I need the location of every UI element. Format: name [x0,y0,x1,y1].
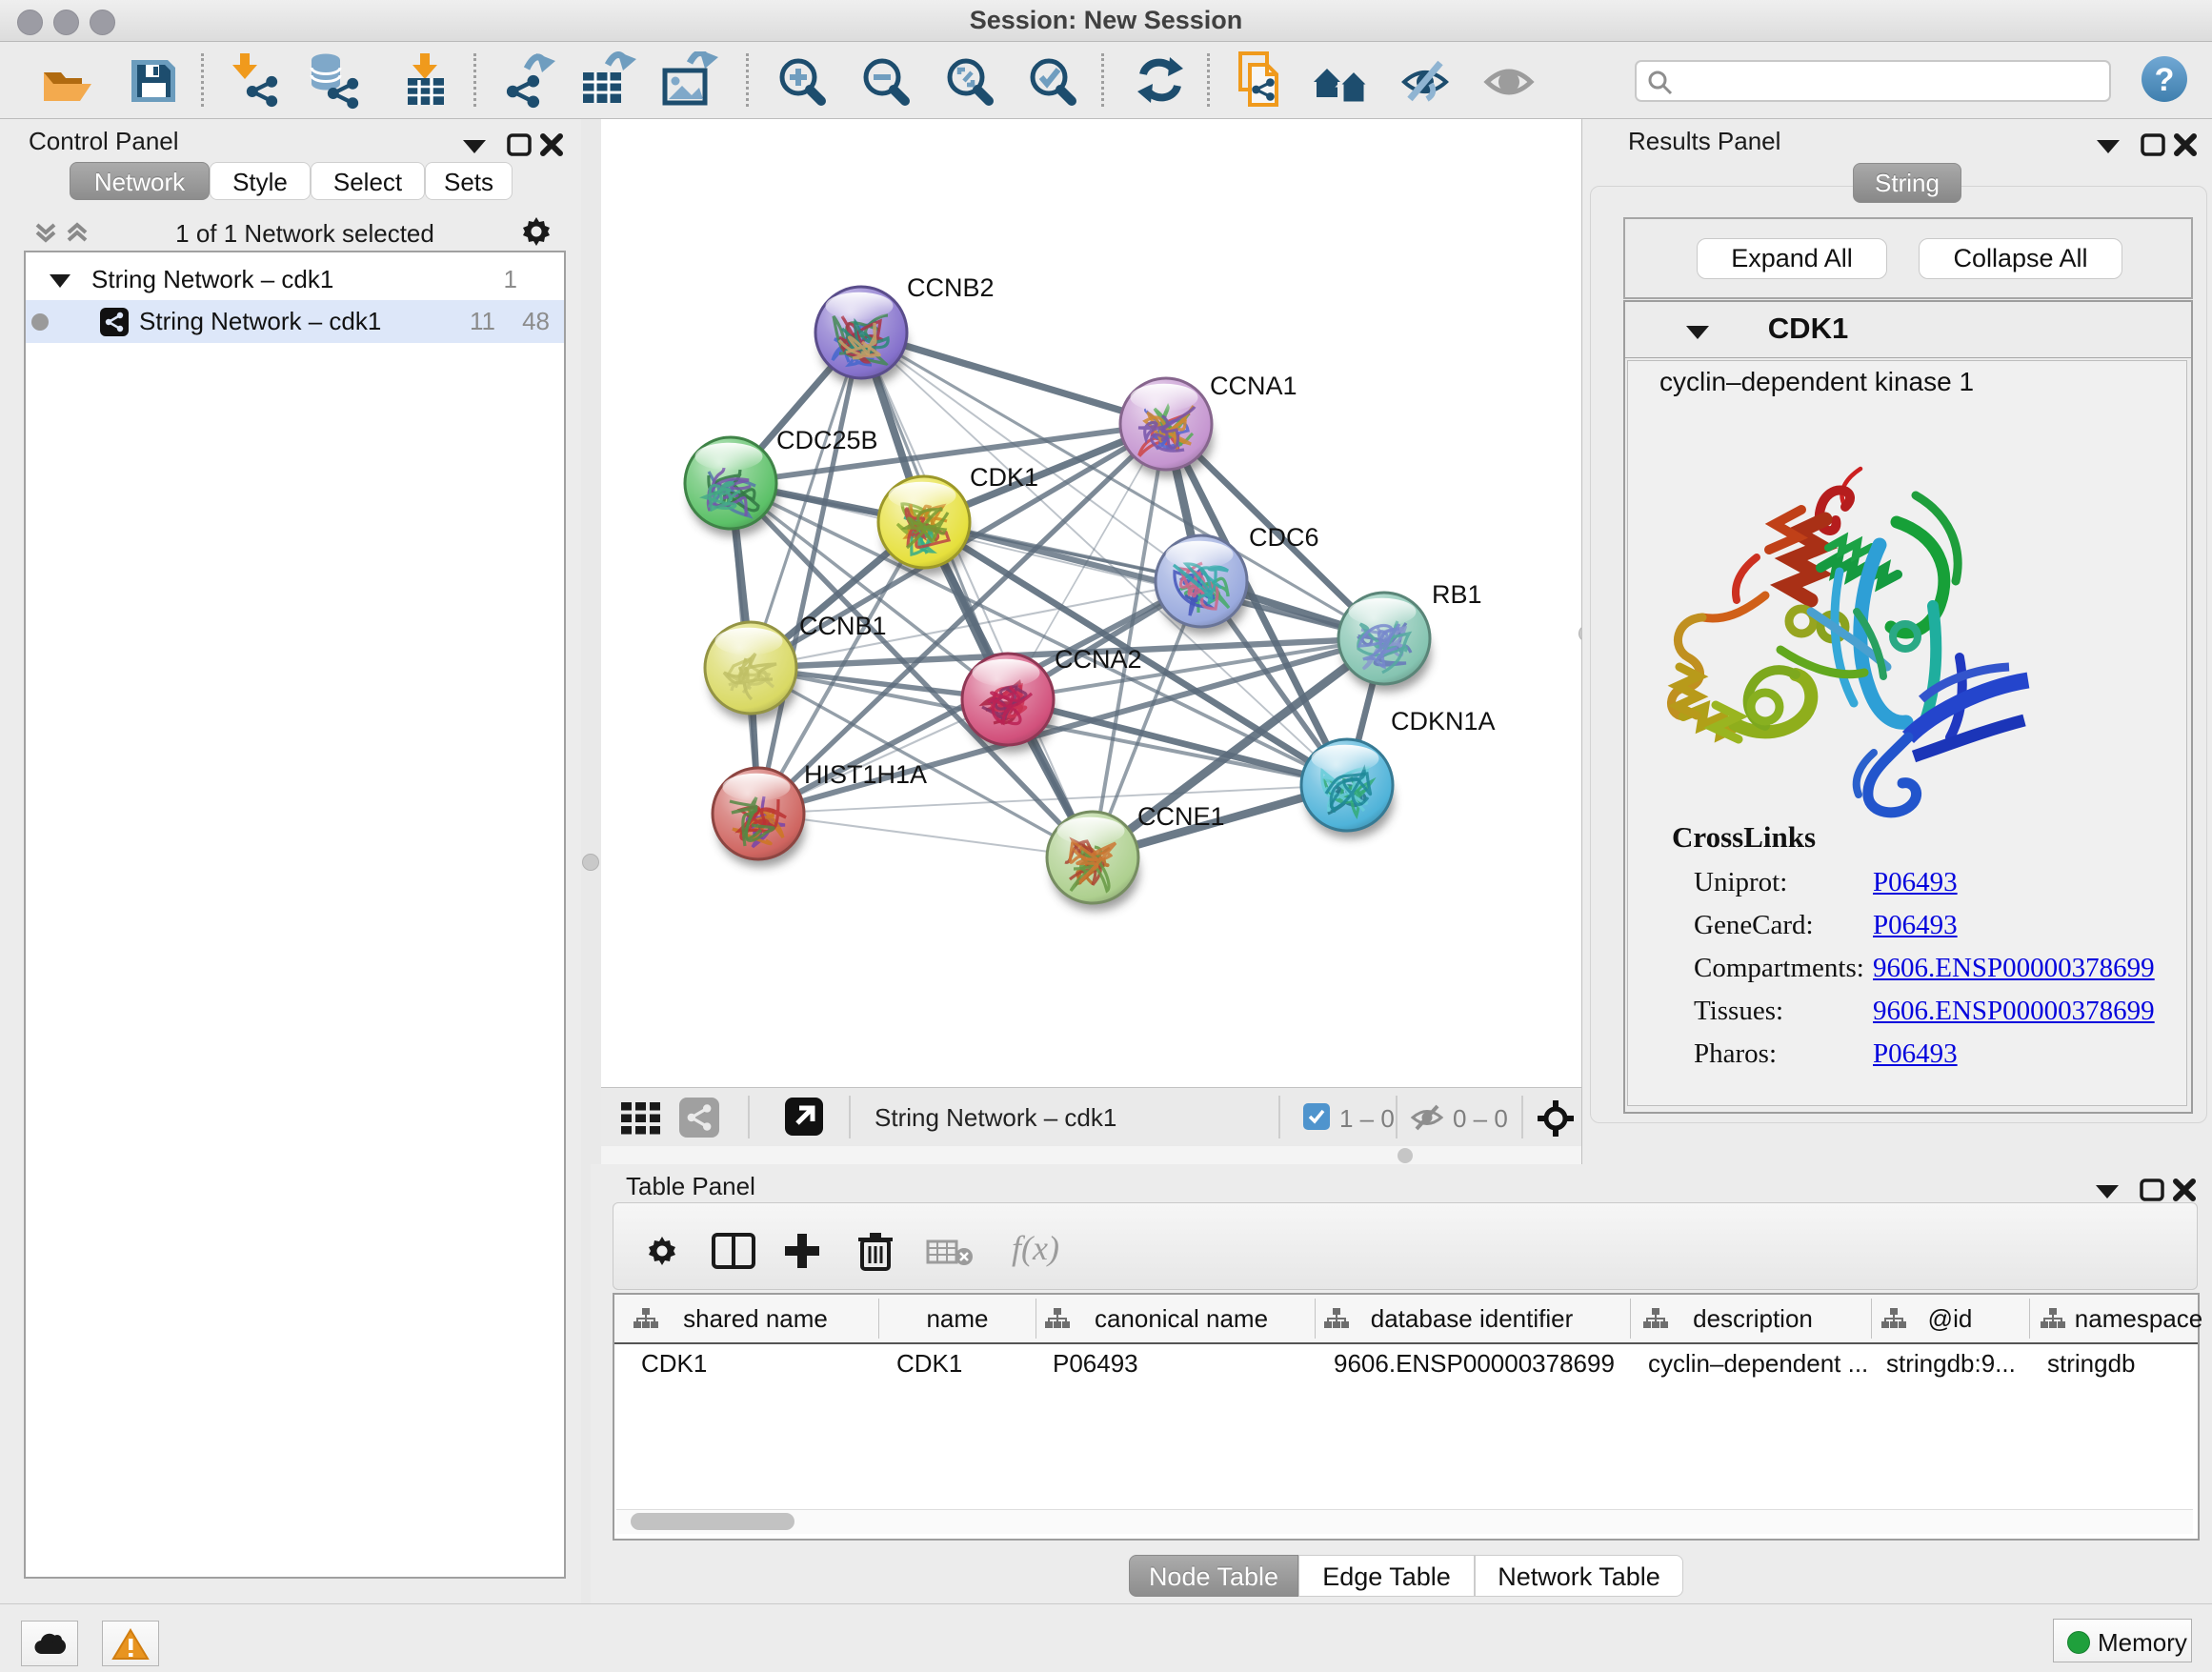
svg-text:CDC6: CDC6 [1249,523,1319,552]
svg-text:RB1: RB1 [1432,580,1482,609]
svg-text:CCNB2: CCNB2 [907,273,995,302]
svg-text:CCNA2: CCNA2 [1055,645,1142,674]
svg-text:CCNE1: CCNE1 [1137,802,1225,831]
svg-text:HIST1H1A: HIST1H1A [804,760,927,789]
svg-text:CCNB1: CCNB1 [799,612,887,640]
svg-text:CCNA1: CCNA1 [1210,372,1297,400]
svg-text:CDKN1A: CDKN1A [1391,707,1496,735]
svg-text:CDK1: CDK1 [970,463,1038,492]
svg-text:CDC25B: CDC25B [776,426,878,454]
